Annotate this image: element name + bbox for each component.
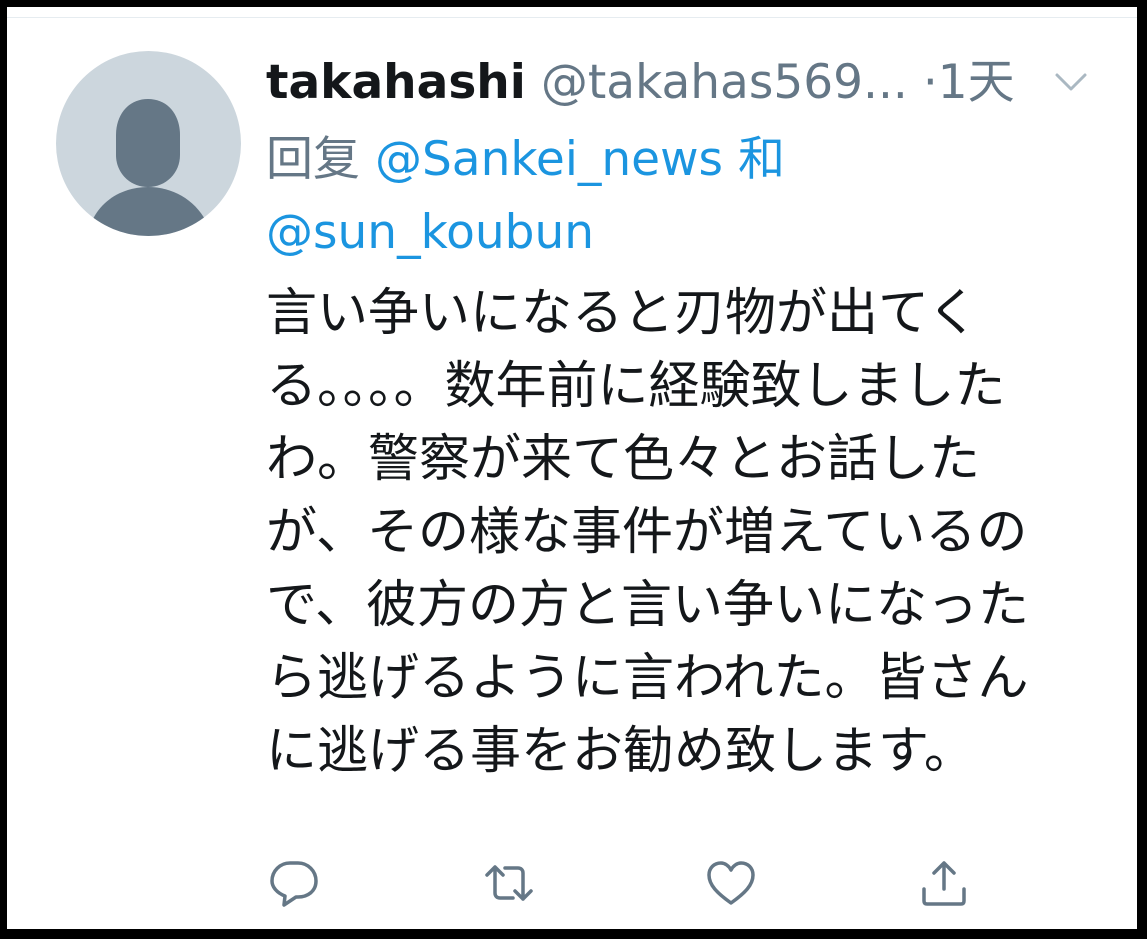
separator-dot: · [922,55,938,110]
reply-context: 回复 @Sankei_news 和 @sun_koubun [266,123,1126,269]
tweet-text: 言い争いになると刃物が出てくる。。。。数年前に経験致しましたわ。警察が来て色々と… [266,284,1029,781]
reply-icon [270,861,318,907]
tweet-actions [266,855,1046,911]
reply-joiner: 和 [737,132,785,187]
avatar[interactable] [56,51,241,236]
share-button[interactable] [916,855,972,911]
reply-prefix: 回复 [266,132,360,187]
tweet-header: takahashi @takahas569... ·1天 [266,51,1126,115]
share-icon [922,861,966,906]
mention-link-sankei[interactable]: @Sankei_news [375,132,723,187]
mention-link-sun-koubun[interactable]: @sun_koubun [266,205,594,260]
like-button[interactable] [703,855,759,911]
user-handle[interactable]: @takahas569... [541,55,908,110]
divider [7,17,1137,18]
reply-button[interactable] [266,855,322,911]
tweet-card[interactable]: takahashi @takahas569... ·1天 回复 @Sankei_… [7,7,1137,929]
display-name[interactable]: takahashi [266,55,526,110]
tweet-menu-button[interactable] [1049,59,1093,103]
default-avatar-icon [92,99,206,236]
heart-icon [707,861,755,905]
retweet-button[interactable] [481,855,537,911]
retweet-icon [485,865,533,901]
chevron-down-icon [1055,73,1087,91]
timestamp[interactable]: 1天 [938,55,1015,110]
